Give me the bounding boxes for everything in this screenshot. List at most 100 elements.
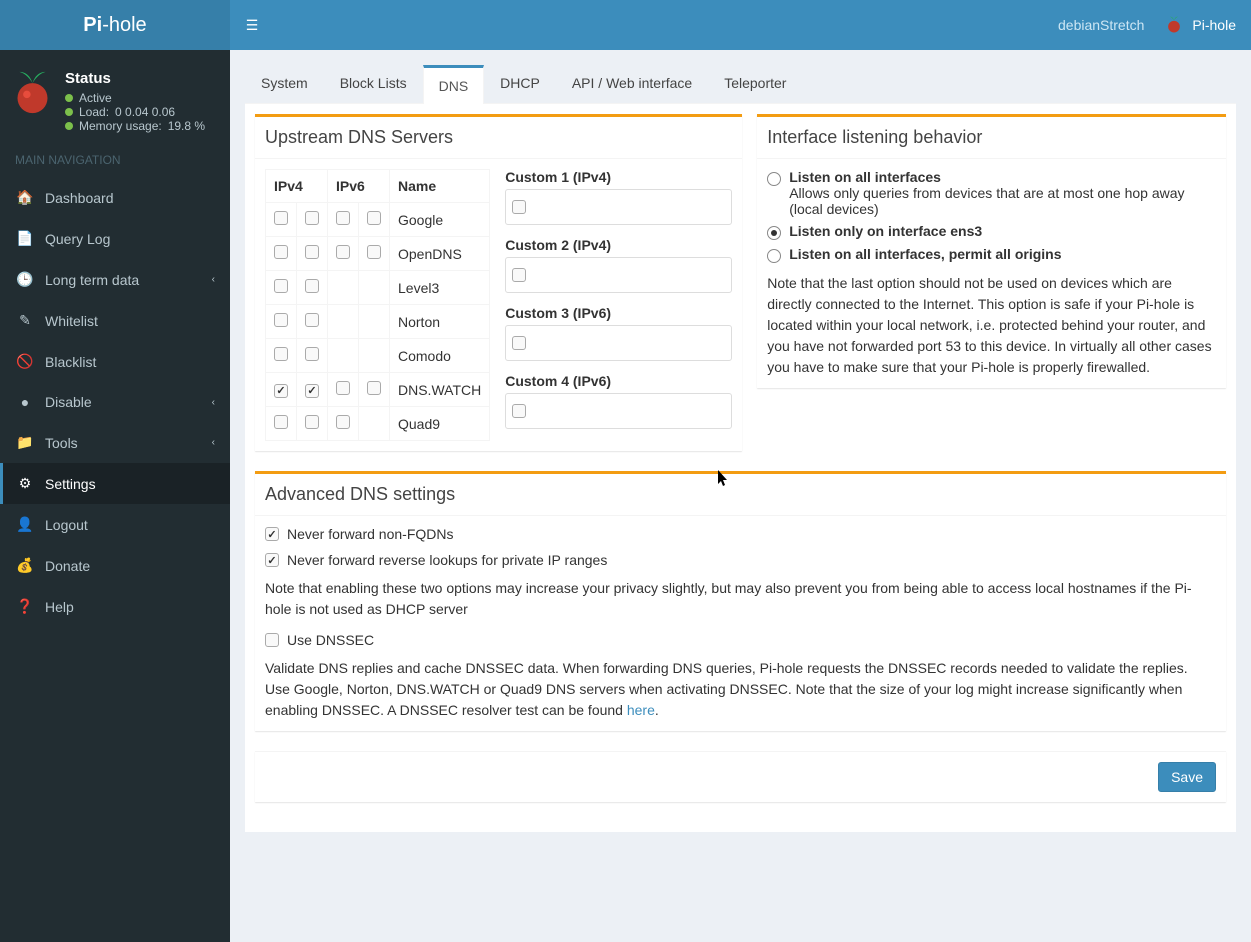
custom-checkbox[interactable] bbox=[512, 268, 526, 282]
opt-nonfqdn-checkbox[interactable] bbox=[265, 527, 279, 541]
tab-dhcp[interactable]: DHCP bbox=[484, 65, 556, 103]
brand-right[interactable]: Pi-hole bbox=[1164, 15, 1236, 35]
chevron-left-icon: ‹ bbox=[212, 437, 215, 448]
tab-system[interactable]: System bbox=[245, 65, 324, 103]
status-dot-icon bbox=[65, 94, 73, 102]
tabs: SystemBlock ListsDNSDHCPAPI / Web interf… bbox=[245, 65, 1236, 104]
nav-icon: 🚫 bbox=[15, 353, 35, 370]
logo[interactable]: Pi-hole bbox=[0, 0, 230, 50]
chevron-left-icon: ‹ bbox=[212, 274, 215, 285]
topbar: Pi-hole ☰ debianStretch Pi-hole bbox=[0, 0, 1251, 50]
dns-checkbox[interactable] bbox=[305, 384, 319, 398]
nav-label: Help bbox=[45, 599, 74, 615]
footer-box: Save bbox=[255, 751, 1226, 802]
interface-note: Note that the last option should not be … bbox=[767, 273, 1216, 378]
mem-value: 19.8 % bbox=[168, 119, 205, 133]
custom-dns-input[interactable] bbox=[534, 194, 727, 220]
nav-label: Query Log bbox=[45, 231, 110, 247]
sidebar-item-whitelist[interactable]: ✎Whitelist bbox=[0, 300, 230, 341]
nav-label: Logout bbox=[45, 517, 88, 533]
sidebar-item-settings[interactable]: ⚙Settings bbox=[0, 463, 230, 504]
nav-label: Long term data bbox=[45, 272, 139, 288]
interface-radio[interactable] bbox=[767, 249, 781, 263]
sidebar-item-logout[interactable]: 👤 Logout bbox=[0, 504, 230, 545]
nav-label: Whitelist bbox=[45, 313, 98, 329]
sidebar-item-query-log[interactable]: 📄 Query Log bbox=[0, 218, 230, 259]
custom-checkbox[interactable] bbox=[512, 404, 526, 418]
interface-radio[interactable] bbox=[767, 172, 781, 186]
dns-checkbox[interactable] bbox=[274, 279, 288, 293]
opt-dnssec-checkbox[interactable] bbox=[265, 633, 279, 647]
custom-dns-input[interactable] bbox=[534, 330, 727, 356]
dns-checkbox[interactable] bbox=[274, 347, 288, 361]
dns-checkbox[interactable] bbox=[305, 211, 319, 225]
dns-checkbox[interactable] bbox=[367, 381, 381, 395]
load-label: Load: bbox=[79, 105, 109, 119]
dns-provider-name: Google bbox=[390, 203, 490, 237]
sidebar-item-tools[interactable]: 📁Tools‹ bbox=[0, 422, 230, 463]
dns-checkbox[interactable] bbox=[367, 245, 381, 259]
advanced-box: Advanced DNS settings Never forward non-… bbox=[255, 471, 1226, 731]
status-active: Active bbox=[79, 91, 112, 105]
mem-label: Memory usage: bbox=[79, 119, 162, 133]
custom-checkbox[interactable] bbox=[512, 336, 526, 350]
content: SystemBlock ListsDNSDHCPAPI / Web interf… bbox=[230, 50, 1251, 942]
opt-nonfqdn-label: Never forward non-FQDNs bbox=[287, 526, 454, 542]
sidebar-item-disable[interactable]: ●Disable‹ bbox=[0, 382, 230, 422]
nav-label: Tools bbox=[45, 435, 78, 451]
dns-checkbox[interactable] bbox=[336, 211, 350, 225]
dns-checkbox[interactable] bbox=[274, 211, 288, 225]
interface-box: Interface listening behavior Listen on a… bbox=[757, 114, 1226, 388]
nav-icon: ❓ bbox=[15, 598, 35, 615]
sidebar-item-help[interactable]: ❓ Help bbox=[0, 586, 230, 627]
custom-label: Custom 1 (IPv4) bbox=[505, 169, 732, 185]
dnssec-test-link[interactable]: here bbox=[627, 702, 655, 718]
dns-checkbox[interactable] bbox=[274, 415, 288, 429]
dns-checkbox[interactable] bbox=[305, 415, 319, 429]
save-button[interactable]: Save bbox=[1158, 762, 1216, 792]
nav-icon: 📄 bbox=[15, 230, 35, 247]
advanced-title: Advanced DNS settings bbox=[265, 484, 1216, 505]
tab-dns[interactable]: DNS bbox=[423, 65, 485, 104]
custom-label: Custom 2 (IPv4) bbox=[505, 237, 732, 253]
dns-provider-name: Comodo bbox=[390, 339, 490, 373]
interface-option-label: Listen only on interface ens3 bbox=[789, 223, 982, 239]
dns-checkbox[interactable] bbox=[274, 384, 288, 398]
nav-label: Disable bbox=[45, 394, 92, 410]
custom-dns-input[interactable] bbox=[534, 398, 727, 424]
interface-radio[interactable] bbox=[767, 226, 781, 240]
dns-checkbox[interactable] bbox=[305, 245, 319, 259]
custom-checkbox[interactable] bbox=[512, 200, 526, 214]
brand-text: Pi-hole bbox=[1192, 17, 1236, 33]
tab-block-lists[interactable]: Block Lists bbox=[324, 65, 423, 103]
nav-icon: 👤 bbox=[15, 516, 35, 533]
dns-checkbox[interactable] bbox=[305, 313, 319, 327]
dns-checkbox[interactable] bbox=[274, 313, 288, 327]
sidebar-toggle[interactable]: ☰ bbox=[230, 0, 274, 50]
status-dot-icon bbox=[65, 108, 73, 116]
opt-reverse-checkbox[interactable] bbox=[265, 553, 279, 567]
sidebar-item-long-term-data[interactable]: 🕒 Long term data ‹ bbox=[0, 259, 230, 300]
interface-option-desc: Allows only queries from devices that ar… bbox=[789, 185, 1216, 217]
dns-checkbox[interactable] bbox=[305, 279, 319, 293]
interface-option-label: Listen on all interfaces bbox=[789, 169, 941, 185]
th-name: Name bbox=[390, 170, 490, 203]
th-ipv6: IPv6 bbox=[328, 170, 390, 203]
custom-label: Custom 4 (IPv6) bbox=[505, 373, 732, 389]
nav-label: Settings bbox=[45, 476, 96, 492]
custom-dns-input[interactable] bbox=[534, 262, 727, 288]
tab-teleporter[interactable]: Teleporter bbox=[708, 65, 802, 103]
dns-checkbox[interactable] bbox=[367, 211, 381, 225]
sidebar-item-donate[interactable]: 💰Donate bbox=[0, 545, 230, 586]
dns-checkbox[interactable] bbox=[336, 245, 350, 259]
sidebar-item-dashboard[interactable]: 🏠Dashboard bbox=[0, 177, 230, 218]
tab-api-web-interface[interactable]: API / Web interface bbox=[556, 65, 708, 103]
sidebar-item-blacklist[interactable]: 🚫Blacklist bbox=[0, 341, 230, 382]
custom-label: Custom 3 (IPv6) bbox=[505, 305, 732, 321]
dns-provider-name: DNS.WATCH bbox=[390, 373, 490, 407]
nav-icon: 🕒 bbox=[15, 271, 35, 288]
dns-checkbox[interactable] bbox=[305, 347, 319, 361]
dns-checkbox[interactable] bbox=[336, 381, 350, 395]
dns-checkbox[interactable] bbox=[336, 415, 350, 429]
dns-checkbox[interactable] bbox=[274, 245, 288, 259]
